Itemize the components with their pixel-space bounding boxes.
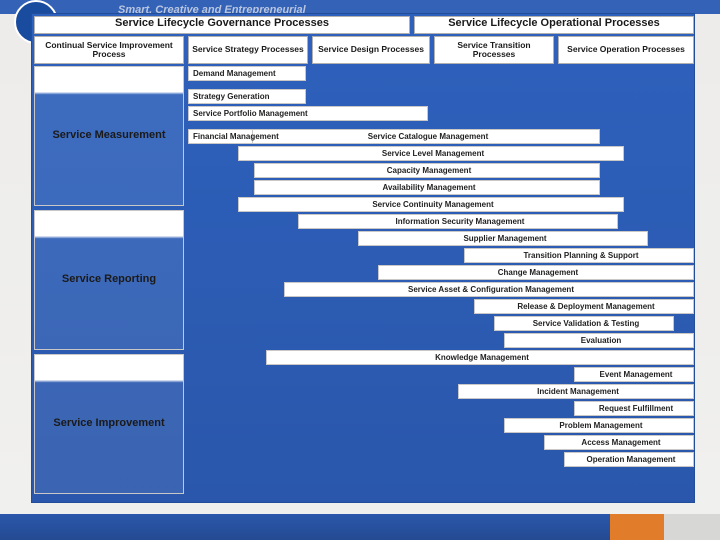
bar-continuity: Service Continuity Management (238, 197, 624, 212)
csi-boxes: Service Measurement Service Reporting Se… (34, 66, 184, 498)
bar-event: Event Management (574, 367, 694, 382)
col-transition: Service Transition Processes (434, 36, 554, 64)
bar-evaluation: Evaluation (504, 333, 694, 348)
footer-orange (610, 514, 664, 540)
bar-change: Change Management (378, 265, 694, 280)
header-governance: Service Lifecycle Governance Processes (34, 16, 410, 34)
diagram-frame: Service Lifecycle Governance Processes S… (31, 13, 695, 503)
bar-catalogue: Service Catalogue Management (252, 129, 600, 144)
box-reporting: Service Reporting (34, 210, 184, 350)
col-csi: Continual Service Improvement Process (34, 36, 184, 64)
footer-grey (664, 514, 720, 540)
bar-request: Request Fulfillment (574, 401, 694, 416)
col-design: Service Design Processes (312, 36, 430, 64)
box-improvement: Service Improvement (34, 354, 184, 494)
bar-slm: Service Level Management (238, 146, 624, 161)
col-operation: Service Operation Processes (558, 36, 694, 64)
footer-blue (0, 514, 610, 540)
process-bars: Demand Management Strategy Generation Se… (188, 66, 694, 469)
bar-rdm: Release & Deployment Management (474, 299, 694, 314)
bar-incident: Incident Management (458, 384, 694, 399)
col-strategy: Service Strategy Processes (188, 36, 308, 64)
bar-infosec: Information Security Management (298, 214, 618, 229)
footer-bar (0, 514, 720, 540)
bar-access: Access Management (544, 435, 694, 450)
bar-supplier: Supplier Management (358, 231, 648, 246)
bar-svt: Service Validation & Testing (494, 316, 674, 331)
bar-ops-mgmt: Operation Management (564, 452, 694, 467)
header-operational: Service Lifecycle Operational Processes (414, 16, 694, 34)
slide: Smart, Creative and Entrepreneurial Serv… (0, 0, 720, 540)
bar-tps: Transition Planning & Support (464, 248, 694, 263)
bar-strategy-generation: Strategy Generation (188, 89, 306, 104)
column-header-row: Continual Service Improvement Process Se… (32, 36, 696, 64)
bar-sacm: Service Asset & Configuration Management (284, 282, 694, 297)
bar-problem: Problem Management (504, 418, 694, 433)
bar-capacity: Capacity Management (254, 163, 600, 178)
box-measurement: Service Measurement (34, 66, 184, 206)
bar-knowledge: Knowledge Management (266, 350, 694, 365)
bar-portfolio: Service Portfolio Management (188, 106, 428, 121)
bar-availability: Availability Management (254, 180, 600, 195)
top-header-row: Service Lifecycle Governance Processes S… (32, 16, 696, 34)
bar-demand: Demand Management (188, 66, 306, 81)
